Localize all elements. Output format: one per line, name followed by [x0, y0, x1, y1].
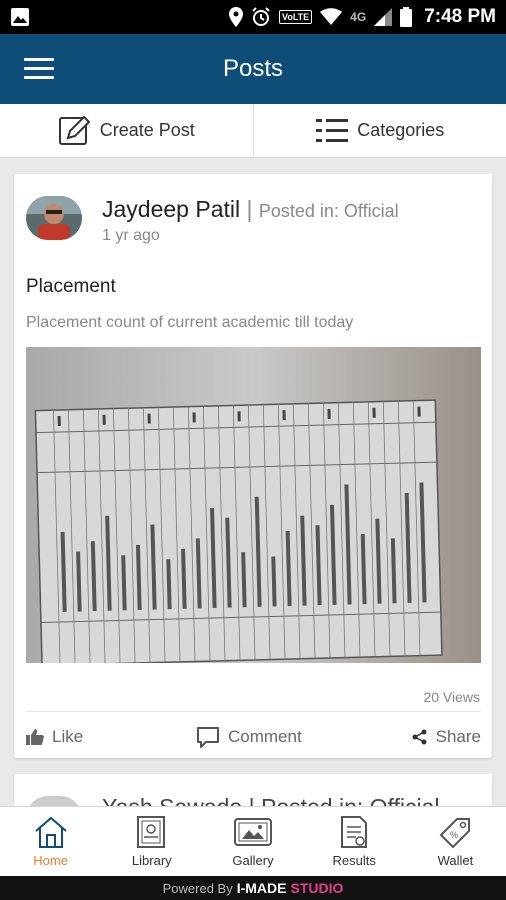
edit-icon [58, 115, 91, 145]
library-icon [136, 816, 165, 848]
post-card: Jaydeep Patil | Posted in: Official 1 yr… [14, 174, 492, 758]
share-icon [412, 729, 427, 745]
svg-text:%: % [450, 830, 458, 840]
nav-gallery-label: Gallery [232, 853, 274, 868]
post-author[interactable]: Yash Sawade | Posted in: Official [102, 794, 440, 806]
post-title: Placement [26, 276, 116, 297]
powered-by-label: Powered By [162, 880, 233, 896]
network-type: 4G [350, 10, 367, 24]
nav-results-label: Results [332, 853, 376, 868]
post-description: Placement count of current academic till… [26, 314, 354, 331]
create-post-button[interactable]: Create Post [0, 104, 253, 157]
menu-icon[interactable] [24, 58, 54, 80]
avatar[interactable] [26, 196, 82, 240]
nav-wallet[interactable]: % Wallet [405, 807, 506, 876]
comment-button[interactable]: Comment [196, 726, 302, 748]
powered-by-footer: Powered By I-MADE STUDIO [0, 876, 506, 900]
post-image[interactable] [26, 347, 481, 663]
nav-home[interactable]: Home [0, 807, 101, 876]
post-time: 1 yr ago [102, 227, 160, 244]
brand-name: I-MADE [236, 880, 287, 896]
action-row: Create Post Categories [0, 104, 506, 158]
categories-label: Categories [357, 120, 445, 140]
alarm-icon [252, 7, 270, 26]
post-category: Posted in: Official [258, 201, 399, 221]
thumbs-up-icon [26, 729, 44, 745]
brand-name-suffix: STUDIO [290, 880, 344, 896]
nav-home-label: Home [33, 853, 68, 868]
divider [26, 711, 481, 712]
clock: 7:48 PM [424, 6, 496, 27]
wifi-icon [320, 8, 343, 25]
create-post-label: Create Post [99, 120, 195, 140]
bottom-nav: Home Library Gallery Results % Wallet [0, 806, 506, 876]
categories-button[interactable]: Categories [252, 104, 506, 157]
signal-icon [374, 8, 393, 26]
page-title: Posts [222, 55, 284, 82]
nav-results[interactable]: Results [304, 807, 405, 876]
author-separator: | [246, 196, 253, 222]
post-author: Jaydeep Patil | Posted in: Official [102, 196, 399, 223]
like-button[interactable]: Like [26, 727, 83, 747]
post-card: Yash Sawade | Posted in: Official [14, 774, 492, 806]
nav-wallet-label: Wallet [437, 853, 474, 868]
nav-gallery[interactable]: Gallery [202, 807, 303, 876]
wallet-icon: % [439, 818, 471, 849]
nav-library[interactable]: Library [101, 807, 202, 876]
list-icon [316, 118, 349, 142]
home-icon [34, 816, 67, 848]
post-feed[interactable]: Jaydeep Patil | Posted in: Official 1 yr… [0, 158, 506, 806]
app-bar: Posts [0, 34, 506, 104]
like-label: Like [52, 727, 84, 746]
post-actions: Like Comment Share [26, 722, 481, 752]
battery-icon [400, 7, 413, 27]
comment-label: Comment [228, 727, 302, 746]
gallery-icon [234, 818, 272, 846]
view-count: 20 Views [423, 689, 480, 705]
nav-library-label: Library [131, 853, 172, 868]
author-name[interactable]: Jaydeep Patil [102, 196, 240, 222]
share-label: Share [435, 727, 481, 746]
share-button[interactable]: Share [412, 727, 481, 747]
gallery-notification-icon [11, 8, 29, 26]
volte-badge: VoLTE [279, 10, 313, 24]
location-icon [229, 7, 243, 27]
results-icon [341, 816, 368, 848]
avatar[interactable] [26, 796, 82, 806]
status-bar: VoLTE 4G 7:48 PM [0, 0, 506, 34]
comment-icon [197, 727, 219, 748]
